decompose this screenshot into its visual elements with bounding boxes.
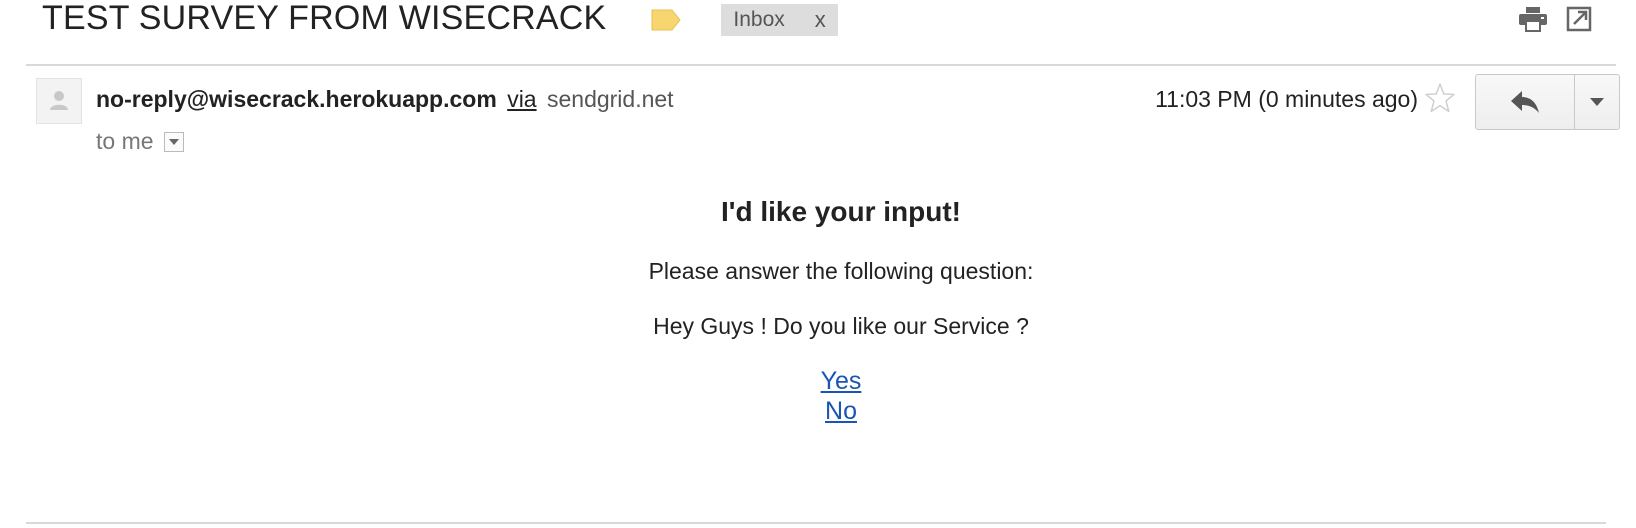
email-subject: TEST SURVEY FROM WISECRACK bbox=[42, 0, 607, 37]
survey-question: Hey Guys ! Do you like our Service ? bbox=[653, 313, 1029, 339]
reply-button[interactable] bbox=[1476, 75, 1575, 129]
answer-yes-link[interactable]: Yes bbox=[821, 366, 862, 396]
label-chip-inbox[interactable]: Inbox x bbox=[721, 4, 838, 36]
recipient-line: to me bbox=[96, 128, 184, 155]
body-divider bbox=[26, 522, 1606, 524]
body-heading: I'd like your input! bbox=[721, 196, 961, 227]
label-tag-icon[interactable] bbox=[651, 9, 682, 31]
label-chip-text: Inbox bbox=[733, 8, 785, 31]
open-in-new-window-icon[interactable] bbox=[1564, 6, 1594, 32]
subject-row: TEST SURVEY FROM WISECRACK Inbox x bbox=[42, 0, 838, 46]
via-domain: sendgrid.net bbox=[546, 86, 674, 112]
sender-email[interactable]: no-reply@wisecrack.herokuapp.com bbox=[96, 86, 497, 112]
show-details-button[interactable] bbox=[163, 131, 184, 152]
thread-toolbar bbox=[1518, 6, 1594, 32]
reply-button-group bbox=[1475, 74, 1620, 130]
remove-label-button[interactable]: x bbox=[815, 7, 826, 33]
reply-icon bbox=[1511, 91, 1539, 113]
default-avatar-icon bbox=[50, 91, 68, 110]
via-link[interactable]: via bbox=[507, 86, 536, 112]
recipient-text: to me bbox=[96, 128, 154, 154]
more-actions-button[interactable] bbox=[1575, 75, 1619, 129]
header-divider bbox=[26, 64, 1616, 66]
body-prompt: Please answer the following question: bbox=[648, 258, 1034, 284]
sender-line: no-reply@wisecrack.herokuapp.com via sen… bbox=[96, 86, 674, 113]
sender-avatar[interactable] bbox=[36, 78, 82, 124]
message-timestamp: 11:03 PM (0 minutes ago) bbox=[1155, 86, 1418, 112]
dropdown-arrow-icon bbox=[1590, 98, 1604, 106]
answer-links: Yes No bbox=[0, 366, 1636, 426]
chevron-down-icon bbox=[168, 138, 179, 145]
answer-no-link[interactable]: No bbox=[825, 396, 857, 426]
star-icon[interactable] bbox=[1424, 82, 1456, 114]
email-view: TEST SURVEY FROM WISECRACK Inbox x no-re… bbox=[0, 0, 1636, 528]
print-icon[interactable] bbox=[1518, 6, 1548, 32]
message-body: I'd like your input! Please answer the f… bbox=[0, 196, 1636, 426]
